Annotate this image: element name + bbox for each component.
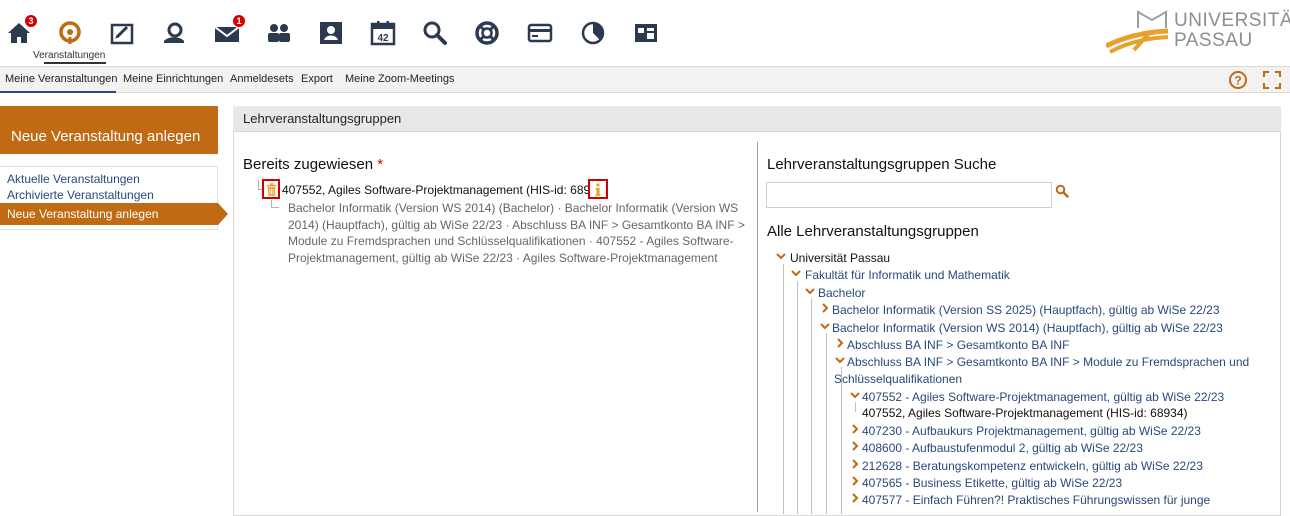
column-divider [757,142,758,512]
tree-node-universitat-passau[interactable]: Universität Passau [790,251,890,265]
tree-line [826,333,827,514]
search-icon[interactable] [1055,184,1069,198]
new-course-button[interactable]: Neue Veranstaltung anlegen [0,106,218,154]
subnav-registration-sets[interactable]: Anmeldesets [230,73,294,85]
svg-text:?: ? [1234,74,1241,88]
logo-text-universitat: UNIVERSITÄT [1174,10,1290,31]
active-nav-label: Veranstaltungen [33,50,106,61]
chevron-down-icon[interactable] [776,251,786,261]
tree-line [783,264,784,514]
assigned-course-item: 407552, Agiles Software-Projektmanagemen… [282,183,608,197]
sidebar-new-course-active[interactable]: Neue Veranstaltung anlegen [0,203,218,225]
subnav-export[interactable]: Export [301,73,333,85]
subnav-my-courses[interactable]: Meine Veranstaltungen [5,73,118,85]
search-section-title: Lehrveranstaltungsgruppen Suche [767,156,997,173]
chevron-right-icon[interactable] [850,424,860,434]
tree-node-ba-informatik-ws2014[interactable]: Bachelor Informatik (Version WS 2014) (H… [832,321,1223,335]
chevron-right-icon[interactable] [850,476,860,486]
tree-node-module-fremdsprachen-cont[interactable]: Schlüsselqualifikationen [834,372,962,386]
tree-node-407230[interactable]: 407230 - Aufbaukurs Projektmanagement, g… [862,424,1201,438]
people-icon[interactable] [264,18,294,48]
tree-node-bachelor[interactable]: Bachelor [818,286,865,300]
courses-icon[interactable] [55,18,85,48]
tree-node-407565[interactable]: 407565 - Business Etikette, gültig ab Wi… [862,476,1122,490]
profile-icon[interactable] [316,18,346,48]
calendar-day-number: 42 [377,33,389,44]
tree-node-407552-course[interactable]: 407552, Agiles Software-Projektmanagemen… [862,406,1188,420]
assigned-section-title: Bereits zugewiesen * [243,156,383,173]
all-groups-title: Alle Lehrveranstaltungsgruppen [767,223,979,240]
mail-notification-badge: 1 [232,14,246,28]
tree-node-212628[interactable]: 212628 - Beratungskompetenz entwickeln, … [862,459,1203,473]
tree-line [797,281,798,514]
search-nav-icon[interactable] [420,18,450,48]
tree-node-ba-informatik-ss2025[interactable]: Bachelor Informatik (Version SS 2025) (H… [832,303,1220,317]
assigned-course-path: Bachelor Informatik (Version WS 2014) (B… [288,201,745,265]
info-icon[interactable] [588,179,608,199]
tree-node-module-fremdsprachen[interactable]: Abschluss BA INF > Gesamtkonto BA INF > … [847,355,1249,369]
sidebar-current-courses[interactable]: Aktuelle Veranstaltungen [7,172,140,186]
chevron-right-icon[interactable] [835,338,845,348]
tree-line [841,367,842,514]
top-navigation-bar: 3 Veranstaltungen 1 42 UNIVERSITÄ PASSAU [0,0,1290,66]
required-marker: * [377,156,384,173]
logo-text-passau: PASSAU [1174,30,1253,51]
sub-navigation: Meine Veranstaltungen Meine Einrichtunge… [0,66,1290,93]
tree-connector [271,200,279,208]
chevron-right-icon[interactable] [850,441,860,451]
mail-icon[interactable]: 1 [212,14,246,48]
assigned-title-text: Bereits zugewiesen [243,156,374,173]
active-nav-indicator [44,62,106,64]
home-notification-badge: 3 [24,14,38,28]
group-search-input[interactable] [766,182,1052,208]
chevron-right-icon[interactable] [820,303,830,313]
statistics-icon[interactable] [578,18,608,48]
subnav-active-indicator [0,91,116,93]
fullscreen-icon[interactable] [1262,70,1282,90]
chevron-down-icon[interactable] [805,286,815,296]
sidebar-active-arrow [218,203,228,225]
panel-header: Lehrveranstaltungsgruppen [233,106,1281,132]
subnav-zoom-meetings[interactable]: Meine Zoom-Meetings [345,73,454,85]
tree-node-407577[interactable]: 407577 - Einfach Führen?! Praktisches Fü… [862,493,1210,507]
sidebar-archived-courses[interactable]: Archivierte Veranstaltungen [7,188,154,202]
university-logo-emblem [1104,10,1169,54]
tree-line [811,298,812,514]
tree-node-faculty-informatics[interactable]: Fakultät für Informatik und Mathematik [805,268,1010,282]
university-logo[interactable]: UNIVERSITÄT PASSAU [1104,6,1290,54]
chevron-down-icon[interactable] [820,321,830,331]
community-icon[interactable] [159,18,189,48]
subnav-my-institutes[interactable]: Meine Einrichtungen [123,73,223,85]
calendar-icon[interactable]: 42 [368,18,398,48]
tree-node-abschluss-gesamtkonto[interactable]: Abschluss BA INF > Gesamtkonto BA INF [847,338,1069,352]
chevron-right-icon[interactable] [850,493,860,503]
help-lifebuoy-icon[interactable] [472,18,502,48]
notes-icon[interactable] [107,18,137,48]
chevron-down-icon[interactable] [791,268,801,278]
card-icon[interactable] [525,18,555,48]
help-icon[interactable]: ? [1228,70,1248,90]
dashboard-icon[interactable] [631,18,661,48]
chevron-right-icon[interactable] [850,459,860,469]
chevron-down-icon[interactable] [835,355,845,365]
home-icon[interactable]: 3 [4,14,38,48]
tree-node-407552-module[interactable]: 407552 - Agiles Software-Projektmanageme… [862,390,1224,404]
tree-node-408600[interactable]: 408600 - Aufbaustufenmodul 2, gültig ab … [862,441,1143,455]
trash-icon[interactable] [262,179,280,199]
chevron-down-icon[interactable] [850,390,860,400]
tree-line [855,402,856,412]
